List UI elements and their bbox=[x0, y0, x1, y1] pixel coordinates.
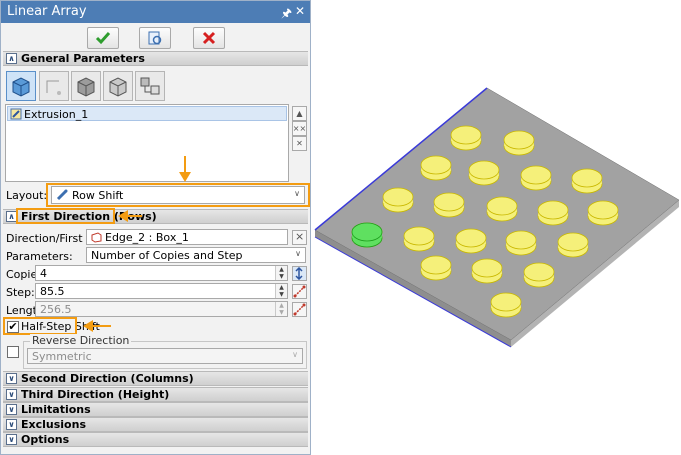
remove-all-button[interactable]: ×× bbox=[292, 121, 307, 136]
array-copy-disc bbox=[503, 130, 535, 156]
highlight-half-step bbox=[3, 317, 77, 335]
spin-arrows-icon[interactable]: ▲ ▼ bbox=[275, 266, 287, 280]
array-copy-disc bbox=[455, 228, 487, 254]
arrow-left-icon bbox=[118, 210, 142, 222]
select-array-tool[interactable] bbox=[135, 71, 165, 101]
action-bar bbox=[1, 27, 310, 51]
exclusions-header[interactable]: ∨ Exclusions bbox=[3, 417, 308, 432]
array-copy-disc bbox=[450, 125, 482, 151]
spin-arrows-icon: ▲ ▼ bbox=[275, 302, 287, 316]
reverse-direction-checkbox[interactable] bbox=[7, 346, 19, 358]
array-copy-disc bbox=[420, 255, 452, 281]
chevron-down-icon: ∨ bbox=[292, 350, 298, 359]
select-bodies-tool[interactable] bbox=[6, 71, 36, 101]
array-box-icon bbox=[140, 77, 160, 95]
second-direction-header[interactable]: ∨ Second Direction (Columns) bbox=[3, 371, 308, 386]
third-direction-header[interactable]: ∨ Third Direction (Height) bbox=[3, 387, 308, 402]
remove-all-icon: ×× bbox=[292, 124, 307, 133]
chevron-down-icon: ∨ bbox=[295, 249, 301, 258]
array-copy-disc bbox=[520, 165, 552, 191]
array-copy-disc bbox=[587, 200, 619, 226]
list-item[interactable]: Extrusion_1 bbox=[7, 106, 287, 121]
array-copy-disc bbox=[382, 187, 414, 213]
expand-icon: ∨ bbox=[6, 419, 17, 430]
select-edges-tool[interactable] bbox=[39, 71, 69, 101]
array-copy-disc bbox=[490, 292, 522, 318]
layout-label: Layout: bbox=[6, 189, 48, 202]
direction-field[interactable]: Edge_2 : Box_1 bbox=[86, 229, 288, 245]
array-copy-disc bbox=[471, 258, 503, 284]
array-copy-disc bbox=[523, 262, 555, 288]
title-bar: Linear Array 🖈 ✕ bbox=[1, 1, 310, 23]
checkmark-icon bbox=[95, 32, 111, 45]
solid-box-icon bbox=[77, 77, 95, 97]
reverse-direction-select: Symmetric ∨ bbox=[27, 348, 303, 364]
copies-options-button[interactable] bbox=[292, 266, 307, 281]
options-header[interactable]: ∨ Options bbox=[3, 432, 308, 447]
chevron-up-icon: ▲ bbox=[296, 109, 303, 118]
linear-array-panel: Linear Array 🖈 ✕ ∧ General Parameters Ex… bbox=[0, 0, 311, 455]
arrow-down-icon bbox=[179, 156, 191, 182]
limitations-header[interactable]: ∨ Limitations bbox=[3, 402, 308, 417]
pin-icon[interactable]: 🖈 bbox=[281, 4, 292, 25]
panel-title: Linear Array bbox=[7, 4, 87, 19]
highlight-layout bbox=[46, 183, 310, 207]
expand-icon: ∨ bbox=[6, 434, 17, 445]
array-copy-disc bbox=[468, 160, 500, 186]
expand-icon: ∨ bbox=[6, 404, 17, 415]
cube-select-icon bbox=[12, 77, 30, 97]
general-parameters-header[interactable]: ∧ General Parameters bbox=[3, 51, 308, 66]
length-field: 256.5 ▲ ▼ bbox=[35, 301, 288, 317]
remove-icon: ✕ bbox=[296, 139, 303, 148]
arrow-left-icon bbox=[83, 320, 111, 332]
face-box-icon bbox=[109, 77, 127, 97]
measure-icon bbox=[293, 285, 306, 298]
spin-arrows-icon[interactable]: ▲ ▼ bbox=[275, 284, 287, 298]
close-icon[interactable]: ✕ bbox=[295, 4, 305, 18]
source-objects-list[interactable]: Extrusion_1 bbox=[5, 104, 289, 182]
select-solid-tool[interactable] bbox=[71, 71, 101, 101]
remove-button[interactable]: ✕ bbox=[292, 136, 307, 151]
move-up-button[interactable]: ▲ bbox=[292, 106, 307, 121]
array-copy-disc bbox=[571, 168, 603, 194]
copies-arrows-icon bbox=[295, 266, 303, 281]
array-copy-disc bbox=[557, 232, 589, 258]
step-label: Step: bbox=[6, 286, 35, 299]
source-disc bbox=[351, 222, 383, 248]
measure-icon bbox=[293, 303, 306, 316]
array-copy-disc bbox=[420, 155, 452, 181]
collapse-icon: ∧ bbox=[6, 53, 17, 64]
preview-button[interactable] bbox=[139, 27, 171, 49]
preview-icon bbox=[148, 31, 162, 45]
cancel-x-icon bbox=[202, 31, 216, 45]
expand-icon: ∨ bbox=[6, 373, 17, 384]
parameters-select[interactable]: Number of Copies and Step ∨ bbox=[86, 247, 306, 263]
extrusion-icon bbox=[10, 108, 22, 120]
array-copy-disc bbox=[403, 226, 435, 252]
array-copy-disc bbox=[433, 192, 465, 218]
expand-icon: ∨ bbox=[6, 389, 17, 400]
ok-button[interactable] bbox=[87, 27, 119, 49]
clear-direction-button[interactable]: ⨯ bbox=[292, 230, 307, 245]
cancel-button[interactable] bbox=[193, 27, 225, 49]
clear-x-icon: ⨯ bbox=[295, 230, 305, 243]
measure-step-button[interactable] bbox=[292, 284, 307, 299]
copies-stepper[interactable]: 4 ▲ ▼ bbox=[35, 265, 288, 281]
array-copy-disc bbox=[537, 200, 569, 226]
highlight-first-direction bbox=[16, 208, 115, 224]
array-copy-disc bbox=[505, 230, 537, 256]
parameters-label: Parameters: bbox=[6, 250, 73, 263]
measure-length-button[interactable] bbox=[292, 302, 307, 317]
reverse-direction-group: Reverse Direction Symmetric ∨ bbox=[23, 334, 307, 369]
edge-box-icon bbox=[91, 232, 102, 243]
step-field[interactable]: 85.5 ▲ ▼ bbox=[35, 283, 288, 299]
edge-select-icon bbox=[46, 80, 61, 95]
select-face-tool[interactable] bbox=[103, 71, 133, 101]
model-viewport[interactable] bbox=[311, 0, 681, 455]
array-copy-disc bbox=[486, 196, 518, 222]
